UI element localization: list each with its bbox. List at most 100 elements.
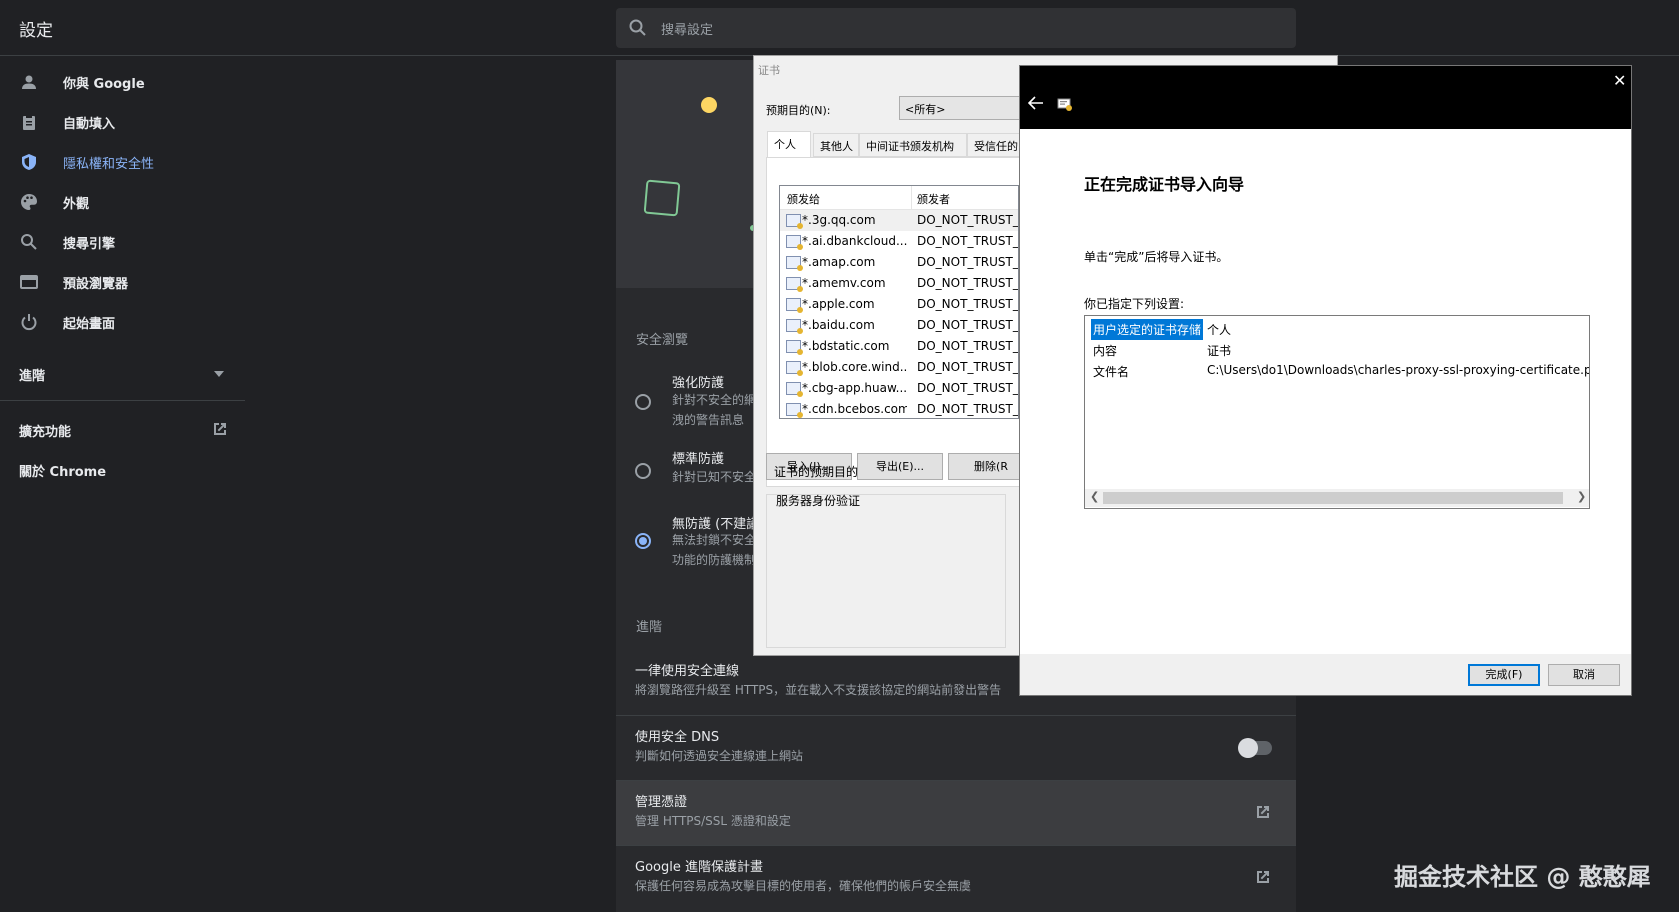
tab-other-people[interactable]: 其他人 <box>813 133 859 157</box>
open-external-icon[interactable] <box>211 420 229 438</box>
list-item[interactable]: *.baidu.com DO_NOT_TRUST_ <box>780 315 1018 336</box>
list-item[interactable]: *.apple.com DO_NOT_TRUST_ <box>780 294 1018 315</box>
list-item[interactable]: 文件名 C:\Users\do1\Downloads\charles-proxy… <box>1085 360 1590 381</box>
row-desc: 管理 HTTPS/SSL 憑證和設定 <box>635 814 791 828</box>
scrollbar-thumb[interactable] <box>1103 492 1563 504</box>
tab-trusted[interactable]: 受信任的 <box>967 133 1027 157</box>
sidebar-item-extensions[interactable]: 擴充功能 <box>19 421 71 440</box>
option-title: 強化防護 <box>672 376 725 391</box>
certificate-icon <box>786 214 803 229</box>
certificate-icon <box>786 340 803 355</box>
certificate-icon <box>1057 98 1072 111</box>
list-item[interactable]: *.amemv.com DO_NOT_TRUST_ <box>780 273 1018 294</box>
sidebar-item-label: 搜尋引擎 <box>63 237 116 252</box>
certificate-icon <box>786 256 803 271</box>
option-desc: 洩的警告訊息 <box>672 413 745 427</box>
row-desc: 判斷如何透過安全連線連上網站 <box>635 749 804 763</box>
certificate-icon <box>786 403 803 418</box>
sidebar-item-autofill[interactable]: 自動填入 <box>0 104 245 140</box>
list-item[interactable]: *.ai.dbankcloud.... DO_NOT_TRUST_ <box>780 231 1018 252</box>
scroll-right-icon[interactable]: ❯ <box>1577 490 1586 503</box>
horizontal-scrollbar[interactable]: ❮ ❯ <box>1085 489 1589 507</box>
row-title: 管理憑證 <box>635 795 688 810</box>
row-desc: 保護任何容易成為攻擊目標的使用者，確保他們的帳戶安全無虞 <box>635 879 972 893</box>
chevron-down-icon[interactable] <box>214 371 224 377</box>
sidebar-item-label: 你與 Google <box>63 77 145 92</box>
sidebar-item-you-and-google[interactable]: 你與 Google <box>0 64 245 100</box>
list-item[interactable]: 内容 证书 <box>1085 339 1589 360</box>
sidebar-item-about-chrome[interactable]: 關於 Chrome <box>19 461 106 480</box>
open-external-icon[interactable] <box>1254 868 1272 886</box>
certificate-icon <box>786 298 803 313</box>
scroll-left-icon[interactable]: ❮ <box>1090 490 1099 503</box>
sidebar-item-appearance[interactable]: 外觀 <box>0 184 245 220</box>
certificate-icon <box>786 361 803 376</box>
palette-icon <box>21 194 37 210</box>
sidebar-advanced[interactable]: 進階 <box>19 365 45 384</box>
browser-icon <box>20 275 38 289</box>
sidebar-item-label: 自動填入 <box>63 117 116 132</box>
back-arrow-icon[interactable] <box>1028 96 1044 110</box>
list-item[interactable]: *.cdn.bcebos.com DO_NOT_TRUST_ <box>780 399 1018 418</box>
column-divider <box>911 186 912 210</box>
sidebar-item-search-engine[interactable]: 搜尋引擎 <box>0 224 245 260</box>
tab-intermediate-ca[interactable]: 中间证书颁发机构 <box>859 133 967 157</box>
list-item[interactable]: 用户选定的证书存储 个人 <box>1085 318 1589 340</box>
certificate-icon <box>786 319 803 334</box>
purposes-box <box>766 494 1006 648</box>
search-input[interactable]: 搜尋設定 <box>661 19 713 38</box>
summary-value: 证书 <box>1207 344 1232 358</box>
column-issued-by[interactable]: 颁发者 <box>917 191 950 207</box>
illustration-shapes <box>643 97 756 231</box>
secure-dns-toggle[interactable] <box>1238 738 1272 758</box>
row-secure-dns[interactable]: 使用安全 DNS 判斷如何透過安全連線連上網站 <box>616 715 1296 780</box>
row-title: Google 進階保護計畫 <box>635 860 763 875</box>
certificate-icon <box>786 277 803 292</box>
option-desc: 功能的防護機制 <box>672 553 757 567</box>
wizard-footer: 完成(F) 取消 <box>1020 654 1631 695</box>
summary-value: C:\Users\do1\Downloads\charles-proxy-ssl… <box>1207 363 1590 377</box>
radio-no-protection[interactable] <box>635 533 651 549</box>
open-external-icon[interactable] <box>1254 803 1272 821</box>
close-icon[interactable]: ✕ <box>1613 71 1626 90</box>
advanced-section-label: 進階 <box>636 620 663 635</box>
sidebar-divider <box>0 400 245 401</box>
settings-summary-list[interactable]: 用户选定的证书存储 个人 内容 证书 文件名 C:\Users\do1\Down… <box>1084 315 1590 509</box>
search-box[interactable]: 搜尋設定 <box>616 8 1296 48</box>
wizard-header: ✕ <box>1020 66 1631 129</box>
watermark: 掘金技术社区 @ 憨憨犀 <box>1394 863 1651 891</box>
radio-enhanced-protection[interactable] <box>635 394 651 410</box>
list-item[interactable]: *.cbg-app.huaw... DO_NOT_TRUST_ <box>780 378 1018 399</box>
sidebar-item-default-browser[interactable]: 預設瀏覽器 <box>0 264 245 300</box>
cancel-button[interactable]: 取消 <box>1548 664 1620 686</box>
list-item[interactable]: *.3g.qq.com DO_NOT_TRUST_ <box>780 210 1018 231</box>
radio-standard-protection[interactable] <box>635 463 651 479</box>
list-item[interactable]: *.blob.core.wind... DO_NOT_TRUST_ <box>780 357 1018 378</box>
row-advanced-protection[interactable]: Google 進階保護計畫 保護任何容易成為攻擊目標的使用者，確保他們的帳戶安全… <box>616 845 1296 910</box>
purpose-select[interactable]: <所有> <box>899 96 1029 120</box>
row-desc: 將瀏覽路徑升級至 HTTPS，並在載入不支援該協定的網站前發出警告 <box>635 683 1002 697</box>
tab-personal[interactable]: 个人 <box>767 131 811 158</box>
summary-key: 用户选定的证书存储 <box>1091 319 1204 340</box>
export-button[interactable]: 导出(E)... <box>857 453 943 480</box>
person-icon <box>22 75 36 89</box>
search-icon <box>629 19 646 36</box>
finish-button[interactable]: 完成(F) <box>1468 664 1540 686</box>
summary-key: 文件名 <box>1093 365 1130 379</box>
list-item[interactable]: *.amap.com DO_NOT_TRUST_ <box>780 252 1018 273</box>
summary-key: 内容 <box>1093 344 1118 358</box>
list-item[interactable]: *.bdstatic.com DO_NOT_TRUST_ <box>780 336 1018 357</box>
row-title: 使用安全 DNS <box>635 730 720 745</box>
option-desc: 針對不安全的網 <box>672 393 757 407</box>
clipboard-icon <box>23 114 35 130</box>
certificate-icon <box>786 382 803 397</box>
row-title: 一律使用安全連線 <box>635 664 740 679</box>
wizard-instruction: 单击“完成”后将导入证书。 <box>1084 250 1229 264</box>
column-issued-to[interactable]: 颁发给 <box>787 191 820 207</box>
certificate-list[interactable]: 颁发给 颁发者 *.3g.qq.com DO_NOT_TRUST_ *.ai.db… <box>779 185 1019 419</box>
row-manage-certificates[interactable]: 管理憑證 管理 HTTPS/SSL 憑證和設定 <box>616 780 1296 845</box>
shield-icon <box>22 154 36 170</box>
option-desc: 無法封鎖不安全 <box>672 533 757 547</box>
sidebar-item-privacy[interactable]: 隱私權和安全性 <box>0 144 245 180</box>
sidebar-item-on-startup[interactable]: 起始畫面 <box>0 304 245 340</box>
